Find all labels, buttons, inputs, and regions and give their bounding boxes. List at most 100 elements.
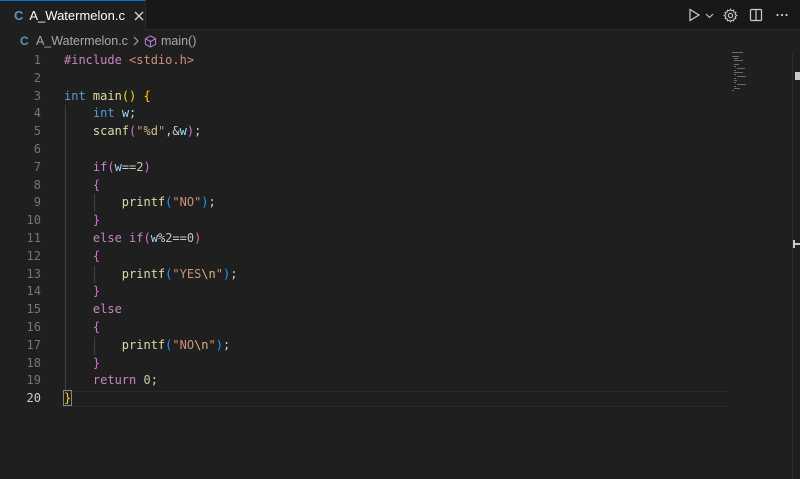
code-line[interactable]: 7 if(w==2)	[0, 159, 728, 177]
chevron-down-icon[interactable]	[704, 5, 714, 25]
c-file-icon: C	[14, 8, 24, 23]
code-token: {	[92, 177, 101, 192]
code-line[interactable]: 18 }	[0, 355, 728, 373]
scrollbar-cursor-marker	[795, 243, 800, 245]
code-text: int main() {	[64, 88, 151, 106]
gear-icon[interactable]	[720, 5, 740, 25]
split-editor-icon[interactable]	[746, 5, 766, 25]
breadcrumb: C A_Watermelon.c main()	[0, 30, 800, 52]
code-line[interactable]: 5 scanf("%d",&w);	[0, 123, 728, 141]
vertical-scrollbar[interactable]	[792, 52, 800, 479]
code-text: if(w==2)	[64, 159, 151, 177]
line-number: 3	[33, 88, 41, 103]
code-token: "	[136, 124, 144, 139]
line-number: 13	[26, 266, 41, 281]
code-token: #include	[64, 53, 130, 67]
code-text: int w;	[64, 105, 136, 123]
code-text: #include <stdio.h>	[64, 52, 194, 70]
line-number: 12	[26, 248, 41, 263]
breadcrumb-file[interactable]: A_Watermelon.c	[36, 34, 128, 48]
code-line[interactable]: 8 {	[0, 177, 728, 195]
code-text: }	[64, 212, 100, 230]
indent-guide	[93, 265, 95, 284]
code-text: printf("NO\n");	[64, 337, 230, 355]
code-token: <stdio.h>	[129, 53, 195, 67]
code-line[interactable]: 15 else	[0, 301, 728, 319]
minimap-line	[734, 82, 737, 83]
code-line[interactable]: 12 {	[0, 248, 728, 266]
line-number: 19	[26, 373, 41, 388]
play-icon[interactable]	[684, 5, 704, 25]
chevron-right-icon	[132, 36, 140, 46]
code-line[interactable]: 1 #include <stdio.h>	[0, 52, 728, 70]
code-line[interactable]: 17 printf("NO\n");	[0, 337, 728, 355]
code-text: printf("NO");	[64, 194, 216, 212]
code-token: "NO	[172, 337, 195, 352]
code-text: scanf("%d",&w);	[64, 123, 201, 141]
code-line[interactable]: 19 return 0;	[0, 372, 728, 390]
line-number: 5	[33, 124, 41, 139]
code-token: int	[92, 106, 122, 121]
line-number: 14	[26, 284, 41, 299]
indent-guide	[65, 105, 66, 391]
code-token: w	[179, 124, 187, 139]
code-token: ;	[223, 337, 231, 352]
minimap-line	[732, 90, 734, 91]
code-token: (	[143, 231, 151, 245]
code-line[interactable]: 13 printf("YES\n");	[0, 266, 728, 284]
code-token: 2	[136, 159, 144, 174]
minimap-line	[734, 88, 740, 89]
code-token: 0	[143, 373, 151, 388]
code-token: \n	[201, 266, 216, 281]
code-token: main	[92, 88, 122, 103]
code-token: w	[150, 231, 158, 245]
code-token: {	[92, 248, 101, 263]
code-line[interactable]: 4 int w;	[0, 105, 728, 123]
line-number: 7	[33, 159, 41, 174]
code-line[interactable]: 20}	[0, 390, 728, 408]
code-line[interactable]: 2	[0, 70, 728, 88]
minimap-line	[734, 86, 737, 87]
close-icon[interactable]	[133, 8, 145, 24]
code-line[interactable]: 6	[0, 141, 728, 159]
code-line[interactable]: 14 }	[0, 283, 728, 301]
code-token: else if	[92, 231, 144, 245]
code-token: w	[121, 106, 130, 121]
minimap-line	[734, 80, 737, 81]
breadcrumb-symbol[interactable]: main()	[161, 34, 196, 48]
code-line[interactable]: 3 int main() {	[0, 88, 728, 106]
code-token: return	[92, 373, 144, 388]
line-number: 16	[26, 320, 41, 334]
code-line[interactable]: 16 {	[0, 319, 728, 337]
code-line[interactable]: 10 }	[0, 212, 728, 230]
code-line[interactable]: 11 else if(w%2==0)	[0, 230, 728, 248]
tab-a-watermelon[interactable]: C A_Watermelon.c	[0, 0, 146, 30]
minimap-line	[734, 78, 737, 79]
minimap-line	[734, 74, 737, 75]
code-token: }	[92, 355, 101, 370]
line-number: 4	[33, 106, 41, 121]
code-editor[interactable]: 1 #include <stdio.h> 2 3 int main() {4 int w…	[0, 52, 728, 479]
code-token: ;	[208, 195, 216, 210]
editor-actions	[684, 0, 792, 30]
code-text: else	[64, 301, 122, 319]
code-token: \n	[194, 337, 209, 352]
line-number: 1	[33, 53, 41, 67]
code-line[interactable]: 9 printf("NO");	[0, 194, 728, 212]
code-token: (	[107, 159, 115, 174]
line-number: 11	[26, 231, 41, 245]
indent-guide	[93, 194, 95, 213]
code-text: }	[62, 390, 73, 408]
minimap[interactable]	[730, 52, 790, 92]
code-token: ;	[129, 106, 137, 121]
code-text: return 0;	[64, 372, 158, 390]
ellipsis-icon[interactable]	[772, 5, 792, 25]
tab-label: A_Watermelon.c	[29, 8, 125, 23]
